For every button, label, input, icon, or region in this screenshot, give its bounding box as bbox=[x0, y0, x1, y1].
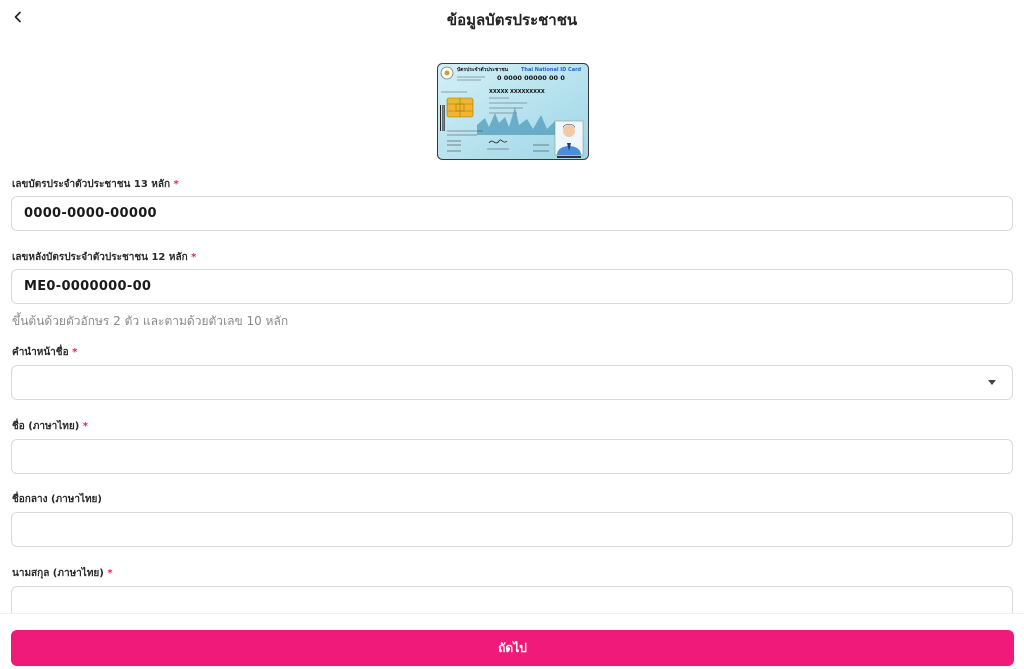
id-card-info-page: ข้อมูลบัตรประชาชน บัตรประจำตัวประชาชน Th… bbox=[0, 0, 1024, 669]
required-mark: * bbox=[173, 179, 179, 190]
next-button[interactable]: ถัดไป bbox=[11, 630, 1014, 666]
middle-name-field[interactable] bbox=[11, 512, 1013, 547]
required-mark: * bbox=[107, 568, 113, 579]
laser-code-label: เลขหลังบัตรประจำตัวประชาชน 12 หลัก * bbox=[12, 252, 197, 263]
first-name-label: ชื่อ (ภาษาไทย) * bbox=[12, 421, 89, 432]
page-title: ข้อมูลบัตรประชาชน bbox=[446, 11, 578, 29]
required-mark: * bbox=[72, 347, 78, 358]
middle-name-label: ชื่อกลาง (ภาษาไทย) bbox=[12, 494, 102, 505]
first-name-field[interactable] bbox=[11, 439, 1013, 474]
card-id-number: 0 0000 00000 00 0 bbox=[497, 74, 565, 82]
card-name: XXXXX XXXXXXXXX bbox=[489, 89, 545, 95]
required-mark: * bbox=[82, 421, 89, 432]
bottom-action-bar: ถัดไป bbox=[0, 613, 1024, 669]
photo-avatar bbox=[554, 120, 584, 156]
chip-icon bbox=[446, 97, 474, 118]
header-bar: ข้อมูลบัตรประชาชน bbox=[0, 0, 1024, 36]
id-number-value: 0000-0000-00000 bbox=[24, 206, 157, 221]
caret-down-icon bbox=[988, 380, 996, 385]
required-mark: * bbox=[191, 252, 197, 263]
laser-code-value: ME0-0000000-00 bbox=[24, 279, 152, 294]
barcode-mark bbox=[440, 105, 445, 131]
prefix-label: คำนำหน้าชื่อ * bbox=[12, 347, 78, 358]
id-number-label: เลขบัตรประจำตัวประชาชน 13 หลัก * bbox=[12, 179, 179, 190]
prefix-select[interactable] bbox=[11, 365, 1013, 400]
laser-code-field[interactable]: ME0-0000000-00 bbox=[11, 269, 1013, 304]
card-title-th: บัตรประจำตัวประชาชน bbox=[457, 66, 509, 73]
laser-code-hint: ขึ้นต้นด้วยตัวอักษร 2 ตัว และตามด้วยตัวเ… bbox=[12, 314, 289, 328]
id-card-illustration: บัตรประจำตัวประชาชน Thai National ID Car… bbox=[437, 63, 589, 160]
last-name-label: นามสกุล (ภาษาไทย) * bbox=[12, 568, 113, 579]
form-scroll-area[interactable]: ข้อมูลบัตรประชาชน บัตรประจำตัวประชาชน Th… bbox=[0, 0, 1024, 613]
bottom-barcode-mark bbox=[557, 156, 581, 158]
id-number-field[interactable]: 0000-0000-00000 bbox=[11, 196, 1013, 231]
card-title-en: Thai National ID Card bbox=[521, 67, 582, 73]
id-card-image: บัตรประจำตัวประชาชน Thai National ID Car… bbox=[437, 63, 589, 160]
last-name-field[interactable] bbox=[11, 586, 1013, 613]
